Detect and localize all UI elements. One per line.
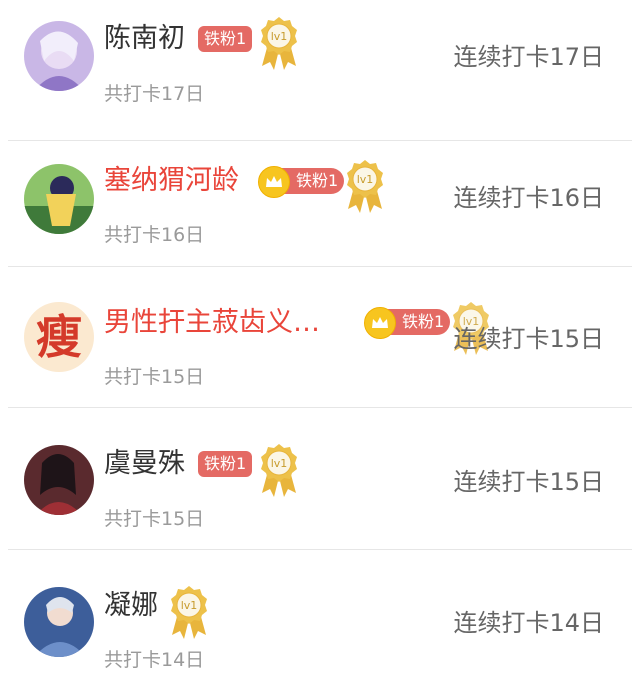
streak-days: 连续打卡14日 <box>453 609 604 637</box>
streak-days: 连续打卡17日 <box>453 43 604 71</box>
total-checkins: 共打卡15日 <box>104 366 205 388</box>
list-item[interactable]: 塞纳猬河龄 铁粉1 lv1 共打卡16日 连续打卡16日 <box>0 126 640 267</box>
total-checkins: 共打卡16日 <box>104 224 205 246</box>
avatar[interactable]: 瘦 <box>24 302 94 372</box>
fan-badge-label: 铁粉1 <box>402 312 445 331</box>
divider <box>8 407 632 408</box>
fan-badge: 铁粉1 <box>258 166 345 198</box>
user-name[interactable]: 陈南初 <box>104 22 185 56</box>
fan-badge: 铁粉1 <box>364 307 451 339</box>
list-item[interactable]: 陈南初 铁粉1 lv1 共打卡17日 连续打卡17日 <box>0 0 640 141</box>
avatar[interactable] <box>24 21 94 91</box>
fan-badge: 铁粉1 <box>198 451 253 477</box>
total-checkins: 共打卡14日 <box>104 649 205 671</box>
user-name[interactable]: 塞纳猬河龄 <box>104 164 239 198</box>
total-checkins: 共打卡17日 <box>104 83 205 105</box>
list-item[interactable]: 虞曼殊 铁粉1 lv1 共打卡15日 连续打卡15日 <box>0 409 640 550</box>
level-medal-icon: lv1 <box>258 443 300 497</box>
crown-icon <box>258 166 290 198</box>
streak-days: 连续打卡15日 <box>453 325 604 353</box>
checkin-list: 陈南初 铁粉1 lv1 共打卡17日 连续打卡17日 塞纳猬河龄 铁粉1 lv1… <box>0 0 640 687</box>
level-medal-icon: lv1 <box>168 585 210 639</box>
avatar[interactable] <box>24 164 94 234</box>
level-medal-icon: lv1 <box>258 16 300 70</box>
user-name[interactable]: 凝娜 <box>104 589 158 623</box>
fan-badge-label: 铁粉1 <box>296 171 339 190</box>
streak-days: 连续打卡16日 <box>453 184 604 212</box>
total-checkins: 共打卡15日 <box>104 508 205 530</box>
list-item[interactable]: 瘦 男性扞主菽齿义… 铁粉1 lv1 共打卡15日 连续打卡15日 <box>0 267 640 408</box>
level-medal-icon: lv1 <box>344 159 386 213</box>
crown-icon <box>364 307 396 339</box>
avatar-character: 瘦 <box>36 310 82 364</box>
user-name[interactable]: 虞曼殊 <box>104 447 185 481</box>
level-label: lv1 <box>181 599 198 612</box>
avatar[interactable] <box>24 587 94 657</box>
level-label: lv1 <box>271 30 288 43</box>
list-item[interactable]: 凝娜 lv1 共打卡14日 连续打卡14日 <box>0 551 640 692</box>
fan-badge: 铁粉1 <box>198 26 253 52</box>
level-label: lv1 <box>271 457 288 470</box>
level-label: lv1 <box>357 173 374 186</box>
avatar[interactable] <box>24 445 94 515</box>
divider <box>8 549 632 550</box>
user-name[interactable]: 男性扞主菽齿义… <box>104 306 320 340</box>
streak-days: 连续打卡15日 <box>453 468 604 496</box>
